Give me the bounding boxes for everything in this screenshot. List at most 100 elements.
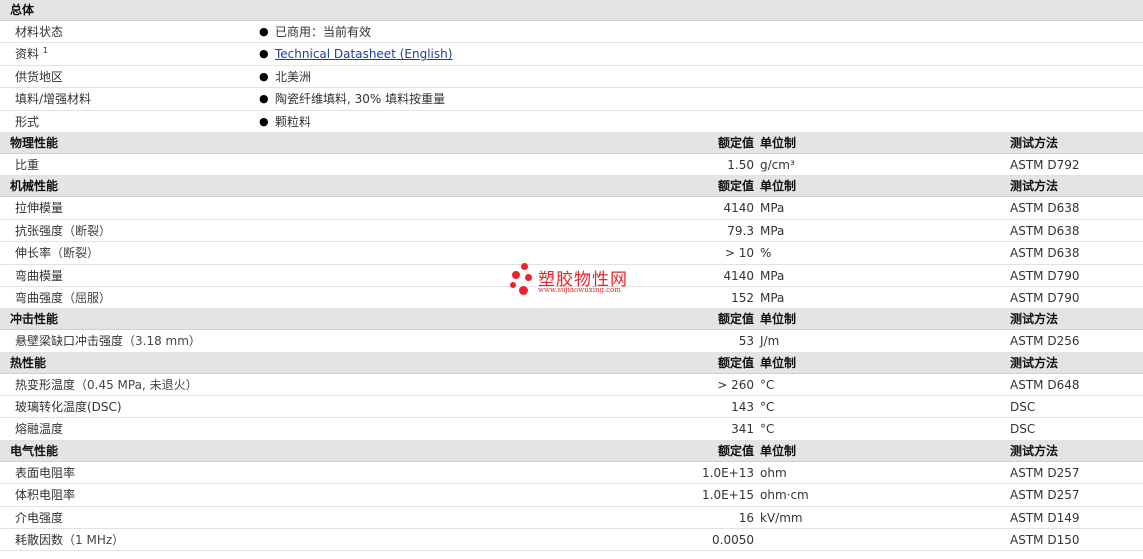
bullet-icon: ● <box>259 114 269 128</box>
section-header: 电气性能 额定值 单位制 测试方法 <box>0 440 1143 462</box>
nominal-value-header: 额定值 <box>717 179 754 194</box>
test-method-header: 测试方法 <box>1010 135 1059 150</box>
property-label: 弯曲强度（屈服） <box>15 290 112 305</box>
property-condition: （3.18 mm） <box>123 334 201 349</box>
nominal-value-header: 额定值 <box>717 135 754 150</box>
property-test-method: ASTM D648 <box>1010 377 1080 392</box>
watermark-url: www.sujiaowuxing.com <box>538 286 621 294</box>
property-label: 弯曲模量 <box>15 268 64 283</box>
technical-datasheet-link[interactable]: Technical Datasheet (English) <box>275 43 452 65</box>
property-condition: （断裂） <box>63 223 112 238</box>
property-unit: MPa <box>760 223 785 238</box>
general-value: 已商用：当前有效 <box>275 25 372 39</box>
section-header: 物理性能 额定值 单位制 测试方法 <box>0 132 1143 154</box>
property-row: 热变形温度（0.45 MPa, 未退火） > 260 °C ASTM D648 <box>0 374 1143 397</box>
property-value: 4140 <box>723 201 754 216</box>
section-title: 物理性能 <box>10 135 59 150</box>
property-test-method: ASTM D149 <box>1010 510 1080 525</box>
unit-header: 单位制 <box>760 312 797 327</box>
section-title: 热性能 <box>10 355 47 370</box>
section-header: 机械性能 额定值 单位制 测试方法 <box>0 176 1143 198</box>
property-unit: % <box>760 246 772 261</box>
general-label: 供货地区 <box>15 69 64 84</box>
property-unit: °C <box>760 400 775 415</box>
test-method-header: 测试方法 <box>1010 312 1059 327</box>
property-label: 体积电阻率 <box>15 488 76 503</box>
property-test-method: DSC <box>1010 422 1036 437</box>
watermark-logo: 塑胶物性网 www.sujiaowuxing.com <box>508 263 648 297</box>
property-row: 表面电阻率 1.0E+13 ohm ASTM D257 <box>0 462 1143 485</box>
general-value: 陶瓷纤维填料, 30% 填料按重量 <box>275 92 446 107</box>
bullet-icon: ● <box>259 25 269 38</box>
property-row: 玻璃转化温度(DSC) 143 °C DSC <box>0 396 1143 419</box>
nominal-value-header: 额定值 <box>717 312 754 327</box>
property-unit: ohm <box>760 465 787 480</box>
general-row: 供货地区 ● 北美洲 <box>0 66 1143 89</box>
general-label: 材料状态 <box>15 25 64 39</box>
general-row: 资料 1 ● Technical Datasheet (English) <box>0 43 1143 66</box>
section-header: 冲击性能 额定值 单位制 测试方法 <box>0 309 1143 331</box>
general-value: 颗粒料 <box>275 114 312 129</box>
nominal-value-header: 额定值 <box>717 443 754 458</box>
property-value: > 10 <box>724 246 754 261</box>
property-condition: （断裂） <box>51 246 100 261</box>
property-label: 比重 <box>15 157 40 172</box>
property-label: 悬壁梁缺口冲击强度（3.18 mm） <box>15 334 201 349</box>
section-title: 总体 <box>10 3 35 17</box>
section-title: 机械性能 <box>10 179 59 194</box>
general-row: 形式 ● 颗粒料 <box>0 111 1143 133</box>
unit-header: 单位制 <box>760 135 797 150</box>
property-value: 4140 <box>723 268 754 283</box>
unit-header: 单位制 <box>760 179 797 194</box>
property-condition: （1 MHz） <box>63 533 125 548</box>
property-test-method: DSC <box>1010 400 1036 415</box>
footnote-marker: 1 <box>42 46 48 56</box>
property-row: 悬壁梁缺口冲击强度（3.18 mm） 53 J/m ASTM D256 <box>0 330 1143 353</box>
property-label: 玻璃转化温度(DSC) <box>15 400 122 415</box>
property-row: 伸长率（断裂） > 10% ASTM D638 <box>0 242 1143 265</box>
property-value: 152 <box>731 290 754 305</box>
general-label: 形式 <box>15 114 40 129</box>
property-condition: （0.45 MPa, 未退火） <box>75 377 198 392</box>
section-title: 电气性能 <box>10 443 59 458</box>
property-test-method: ASTM D150 <box>1010 533 1080 548</box>
property-unit: kV/mm <box>760 510 803 525</box>
section-title: 冲击性能 <box>10 312 59 327</box>
property-value: 53 <box>738 334 754 349</box>
property-value: 1.0E+15 <box>702 488 754 503</box>
property-value: 143 <box>731 400 754 415</box>
property-unit: MPa <box>760 201 785 216</box>
general-row: 材料状态 ● 已商用：当前有效 <box>0 21 1143 44</box>
property-test-method: ASTM D638 <box>1010 223 1080 238</box>
nominal-value-header: 额定值 <box>717 355 754 370</box>
section-header: 热性能 额定值 单位制 测试方法 <box>0 352 1143 374</box>
property-test-method: ASTM D257 <box>1010 465 1080 480</box>
property-test-method: ASTM D790 <box>1010 290 1080 305</box>
property-label: 热变形温度（0.45 MPa, 未退火） <box>15 377 198 392</box>
property-value: 16 <box>738 510 754 525</box>
property-value: 1.50 <box>727 157 754 172</box>
property-unit: °C <box>760 422 775 437</box>
property-unit: ohm·cm <box>760 488 809 503</box>
property-label: 抗张强度（断裂） <box>15 223 112 238</box>
property-unit: °C <box>760 377 775 392</box>
property-test-method: ASTM D256 <box>1010 334 1080 349</box>
bullet-icon: ● <box>259 69 269 83</box>
property-label: 表面电阻率 <box>15 465 76 480</box>
property-row: 熔融温度 341 °C DSC <box>0 418 1143 441</box>
property-row: 体积电阻率 1.0E+15 ohm·cm ASTM D257 <box>0 484 1143 507</box>
bullet-icon: ● <box>259 92 269 106</box>
property-value: 341 <box>731 422 754 437</box>
property-test-method: ASTM D790 <box>1010 268 1080 283</box>
property-unit: g/cm³ <box>760 157 795 172</box>
general-label: 资料 1 <box>15 46 48 62</box>
property-unit: MPa <box>760 290 785 305</box>
property-value: 79.3 <box>727 223 754 238</box>
property-sections: 物理性能 额定值 单位制 测试方法 比重 1.50 g/cm³ ASTM D792 机械性能 额定… <box>0 132 1143 552</box>
property-label: 熔融温度 <box>15 422 64 437</box>
property-unit: J/m <box>760 334 780 349</box>
general-value: 北美洲 <box>275 69 312 84</box>
property-unit: MPa <box>760 268 785 283</box>
property-value: > 260 <box>717 377 754 392</box>
test-method-header: 测试方法 <box>1010 443 1059 458</box>
